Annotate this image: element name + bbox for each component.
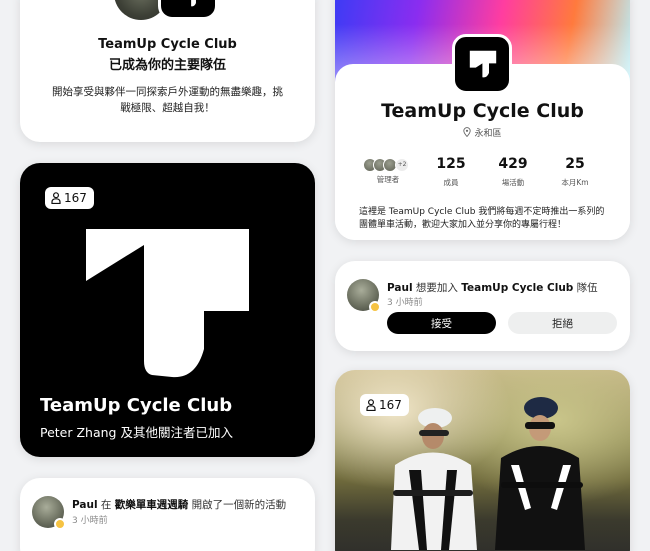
- stat-value: 429: [498, 156, 528, 172]
- user-avatar[interactable]: [32, 496, 66, 530]
- member-count-badge: 167: [360, 394, 409, 416]
- club-name: TeamUp Cycle Club: [98, 37, 237, 52]
- club-logo-tile[interactable]: 167 TeamUp Cycle Club Peter Zhang 及其他關注者…: [20, 163, 315, 457]
- person-icon: [366, 399, 376, 411]
- member-count: 167: [379, 398, 402, 412]
- location: 永和區: [335, 126, 630, 139]
- timestamp: 3 小時前: [72, 516, 108, 526]
- stat-value: 125: [436, 156, 466, 172]
- person-icon: [51, 192, 61, 204]
- status-line: 已成為你的主要隊伍: [108, 58, 226, 73]
- user-avatar[interactable]: [347, 279, 381, 313]
- member-count-badge: 167: [45, 187, 94, 209]
- club-logo-avatar: [158, 0, 218, 20]
- team-avatars: [114, 0, 224, 20]
- request-text: Paul 想要加入 TeamUp Cycle Club 隊伍: [387, 280, 598, 295]
- user-name: Paul: [387, 282, 413, 294]
- team-name: 歡樂單車週週騎: [114, 499, 189, 511]
- welcome-message: 開始享受與夥伴一同探索戶外運動的無盡樂趣，挑戰極限、超越自我！: [52, 86, 283, 114]
- club-name: TeamUp Cycle Club: [381, 100, 584, 122]
- user-name: Paul: [72, 499, 98, 511]
- action-text: 想要加入: [412, 282, 462, 294]
- club-stats: +2 管理者 125 成員 429 場活動 25 本月Km: [355, 156, 605, 188]
- primary-team-card: TeamUp Cycle Club 已成為你的主要隊伍 開始享受與夥伴一同探索戶…: [20, 0, 315, 142]
- admin-avatars: +2: [363, 158, 413, 172]
- action-text: 開啟了一個新的活動: [188, 499, 287, 511]
- stat-members[interactable]: 125 成員: [431, 156, 471, 188]
- admin-extra-count: +2: [395, 158, 409, 172]
- location-text: 永和區: [474, 129, 502, 139]
- verified-badge-icon: [369, 301, 381, 313]
- followers-line: Peter Zhang 及其他關注者已加入: [40, 425, 233, 440]
- connector-text: 在: [97, 499, 115, 511]
- team-name: TeamUp Cycle Club: [461, 282, 574, 294]
- suffix-text: 隊伍: [573, 282, 598, 294]
- stat-admins[interactable]: +2 管理者: [355, 156, 421, 185]
- club-profile-card: TeamUp Cycle Club 永和區 +2 管理者 125 成員 429 …: [335, 0, 630, 240]
- activity-card[interactable]: Paul 在 歡樂單車週週騎 開啟了一個新的活動 3 小時前: [20, 478, 315, 551]
- stat-label: 本月Km: [561, 178, 589, 187]
- join-request-card: Paul 想要加入 TeamUp Cycle Club 隊伍 3 小時前 接受 …: [335, 261, 630, 351]
- stat-activities[interactable]: 429 場活動: [493, 156, 533, 188]
- accept-button[interactable]: 接受: [387, 312, 496, 334]
- stat-label: 管理者: [376, 175, 400, 184]
- club-photo-card[interactable]: 167: [335, 370, 630, 551]
- stat-label: 成員: [443, 178, 459, 187]
- stat-label: 場活動: [501, 178, 525, 187]
- timestamp: 3 小時前: [387, 298, 423, 308]
- club-logo-icon: [469, 50, 497, 78]
- club-logo-icon: [86, 229, 249, 378]
- verified-badge-icon: [54, 518, 66, 530]
- member-count: 167: [64, 191, 87, 205]
- reject-button[interactable]: 拒絕: [508, 312, 617, 334]
- activity-text: Paul 在 歡樂單車週週騎 開啟了一個新的活動: [72, 497, 286, 512]
- stat-monthly-km[interactable]: 25 本月Km: [553, 156, 597, 188]
- club-logo: [452, 34, 512, 94]
- location-pin-icon: [463, 127, 472, 138]
- club-description: 這裡是 TeamUp Cycle Club 我們將每週不定時推出一系列的團體單車…: [359, 207, 605, 230]
- stat-value: 25: [565, 156, 585, 172]
- club-name: TeamUp Cycle Club: [40, 395, 233, 416]
